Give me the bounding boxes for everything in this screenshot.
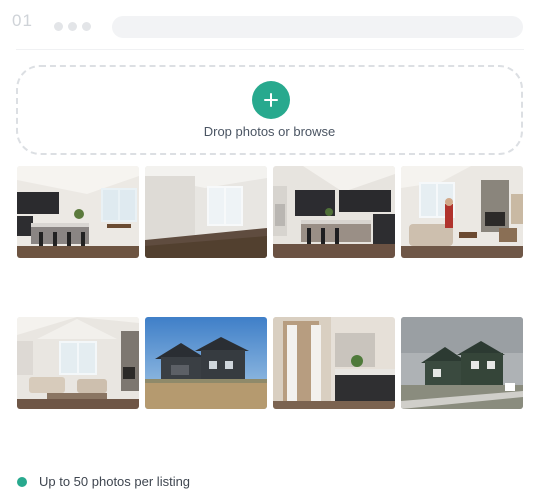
- great-room-photo[interactable]: [17, 317, 139, 409]
- dropzone-label: Drop photos or browse: [203, 124, 336, 139]
- window-dot: [68, 22, 77, 31]
- living-room-fireplace-photo[interactable]: [401, 166, 523, 258]
- empty-living-room-photo[interactable]: [145, 166, 267, 258]
- bathroom-vanity-photo[interactable]: [273, 317, 395, 409]
- window-controls: [54, 22, 91, 31]
- photo-limit-text: Up to 50 photos per listing: [39, 474, 191, 489]
- window-dot: [54, 22, 63, 31]
- status-dot: [17, 476, 27, 487]
- window-header: 01: [0, 0, 540, 48]
- header-divider: [16, 49, 524, 50]
- window-dot: [82, 22, 91, 31]
- add-photos-button[interactable]: [252, 81, 290, 119]
- photo-dropzone[interactable]: Drop photos or browse: [16, 65, 523, 155]
- address-bar[interactable]: [112, 16, 523, 38]
- house-rear-exterior-photo[interactable]: [145, 317, 267, 409]
- plus-icon: [264, 93, 278, 107]
- kitchen-pantry-photo[interactable]: [273, 166, 395, 258]
- photo-limit-note: Up to 50 photos per listing: [17, 474, 190, 489]
- step-number: 01: [12, 11, 33, 30]
- kitchen-island-photo[interactable]: [17, 166, 139, 258]
- house-front-exterior-photo[interactable]: [401, 317, 523, 409]
